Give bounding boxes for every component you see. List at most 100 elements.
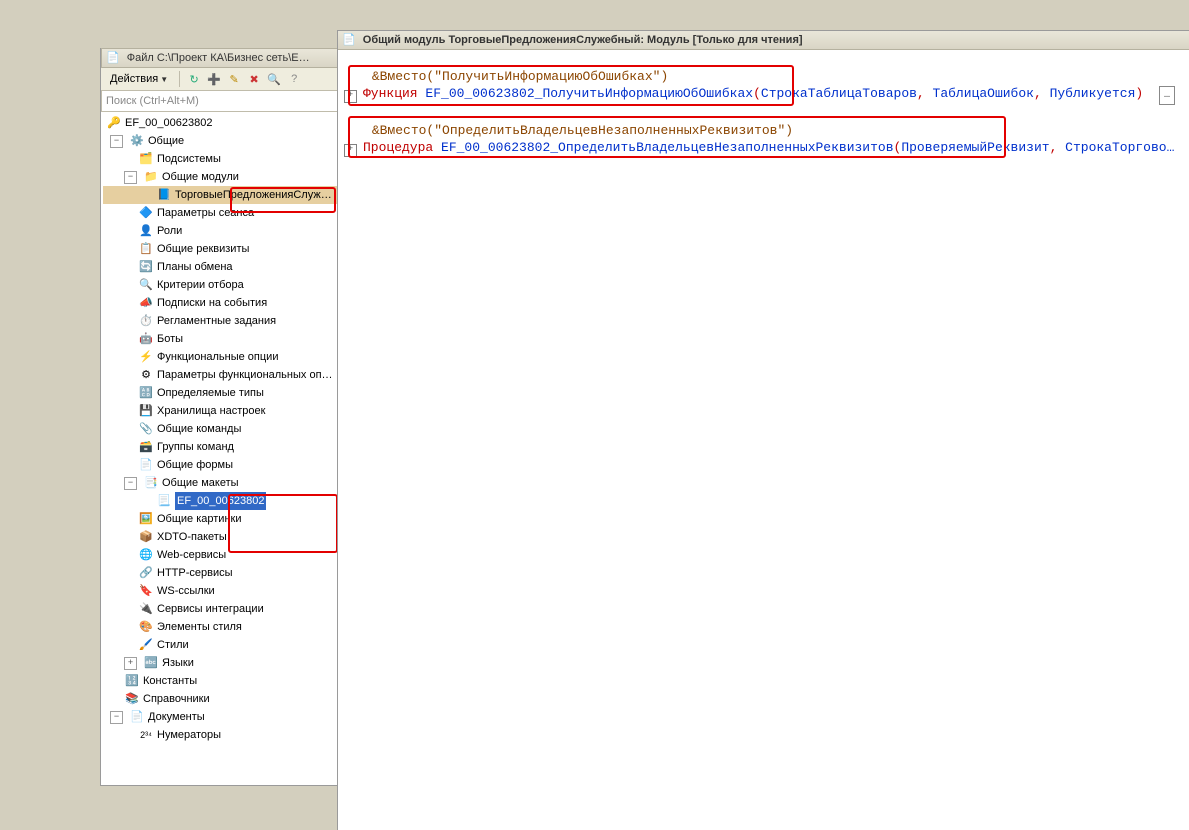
refresh-icon[interactable]: ↻ bbox=[186, 71, 202, 87]
tree-item-command-groups[interactable]: 🗃️ Группы команд bbox=[103, 438, 338, 456]
code-annotation-2: &Вместо("ОпределитьВладельцевНезаполненн… bbox=[344, 122, 1186, 139]
tree-item-catalogs[interactable]: 📚 Справочники bbox=[103, 690, 338, 708]
delete-icon[interactable]: ✖ bbox=[246, 71, 262, 87]
xdto-icon: 📦 bbox=[138, 529, 154, 545]
webservices-icon: 🌐 bbox=[138, 547, 154, 563]
tree-item-style-items[interactable]: 🎨 Элементы стиля bbox=[103, 618, 338, 636]
collapse-icon[interactable]: − bbox=[124, 477, 137, 490]
tree-item-xdto[interactable]: 📦 XDTO-пакеты bbox=[103, 528, 338, 546]
configuration-tree[interactable]: 🔑 EF_00_00623802 − ⚙️ Общие 🗂️ Подсистем… bbox=[101, 112, 338, 785]
tree-item-func-opt-params[interactable]: ⚙ Параметры функциональных оп… bbox=[103, 366, 338, 384]
tree-item-func-opts[interactable]: ⚡ Функциональные опции bbox=[103, 348, 338, 366]
tree-item-documents[interactable]: − 📄 Документы bbox=[103, 708, 338, 726]
styleitems-icon: 🎨 bbox=[138, 619, 154, 635]
tree-item-numerators[interactable]: 2³⁴ Нумераторы bbox=[103, 726, 338, 744]
commoncommands-icon: 📎 bbox=[138, 421, 154, 437]
add-icon[interactable]: ➕ bbox=[206, 71, 222, 87]
tree-item-scheduled-jobs[interactable]: ⏱️ Регламентные задания bbox=[103, 312, 338, 330]
styles-icon: 🖌️ bbox=[138, 637, 154, 653]
code-title: 📄 Общий модуль ТорговыеПредложенияСлужеб… bbox=[338, 31, 1189, 50]
tree-item-template-ef[interactable]: 📃 EF_00_00623802 bbox=[103, 492, 338, 510]
chevron-down-icon: ▼ bbox=[160, 75, 168, 84]
code-func-1: +Функция EF_00_00623802_ПолучитьИнформац… bbox=[344, 85, 1186, 105]
code-editor-panel: 📄 Общий модуль ТорговыеПредложенияСлужеб… bbox=[337, 30, 1189, 830]
tree-item-styles[interactable]: 🖌️ Стили bbox=[103, 636, 338, 654]
exchange-icon: 🔄 bbox=[138, 259, 154, 275]
tree-item-constants[interactable]: 🔢 Константы bbox=[103, 672, 338, 690]
folder-icon: 📁 bbox=[143, 169, 159, 185]
numerators-icon: 2³⁴ bbox=[138, 727, 154, 743]
tree-item-common-forms[interactable]: 📄 Общие формы bbox=[103, 456, 338, 474]
collapse-icon[interactable]: − bbox=[124, 171, 137, 184]
funcoptparam-icon: ⚙ bbox=[138, 367, 154, 383]
param-icon: 🔷 bbox=[138, 205, 154, 221]
find-icon[interactable]: 🔍 bbox=[266, 71, 282, 87]
cmdgroups-icon: 🗃️ bbox=[138, 439, 154, 455]
bots-icon: 🤖 bbox=[138, 331, 154, 347]
fold-icon[interactable]: + bbox=[344, 90, 357, 103]
gears-icon: ⚙️ bbox=[129, 133, 145, 149]
templates-icon: 📑 bbox=[143, 475, 159, 491]
file-icon: 📄 bbox=[106, 52, 120, 64]
criteria-icon: 🔍 bbox=[138, 277, 154, 293]
code-annotation-1: &Вместо("ПолучитьИнформациюОбОшибках") bbox=[344, 68, 1186, 85]
tree-item-common-attrs[interactable]: 📋 Общие реквизиты bbox=[103, 240, 338, 258]
collapse-icon[interactable]: − bbox=[110, 711, 123, 724]
fold-icon[interactable]: + bbox=[344, 144, 357, 157]
search-input[interactable]: Поиск (Ctrl+Alt+M) bbox=[101, 91, 338, 112]
left-toolbar: Действия ▼ ↻ ➕ ✎ ✖ 🔍 ? bbox=[101, 68, 338, 91]
tree-common[interactable]: − ⚙️ Общие bbox=[103, 132, 338, 150]
collapse-icon[interactable]: − bbox=[110, 135, 123, 148]
left-panel-title: 📄 Файл C:\Проект КА\Бизнес сеть\Е… bbox=[101, 48, 338, 68]
tree-item-languages[interactable]: + 🔤 Языки bbox=[103, 654, 338, 672]
edit-icon[interactable]: ✎ bbox=[226, 71, 242, 87]
tree-item-common-templates[interactable]: − 📑 Общие макеты bbox=[103, 474, 338, 492]
left-title-text: Файл C:\Проект КА\Бизнес сеть\Е… bbox=[127, 52, 310, 64]
integration-icon: 🔌 bbox=[138, 601, 154, 617]
subsystems-icon: 🗂️ bbox=[138, 151, 154, 167]
code-body[interactable]: &Вместо("ПолучитьИнформациюОбОшибках") +… bbox=[338, 50, 1189, 830]
tree-item-common-modules[interactable]: − 📁 Общие модули bbox=[103, 168, 338, 186]
constants-icon: 🔢 bbox=[124, 673, 140, 689]
tree-item-subsystems[interactable]: 🗂️ Подсистемы bbox=[103, 150, 338, 168]
tree-item-event-subs[interactable]: 📣 Подписки на события bbox=[103, 294, 338, 312]
tree-root[interactable]: 🔑 EF_00_00623802 bbox=[103, 114, 338, 132]
config-icon: 🔑 bbox=[106, 115, 122, 131]
tree-item-ws-refs[interactable]: 🔖 WS-ссылки bbox=[103, 582, 338, 600]
help-icon[interactable]: ? bbox=[286, 71, 302, 87]
subscribe-icon: 📣 bbox=[138, 295, 154, 311]
configurator-tree-panel: 📄 Файл C:\Проект КА\Бизнес сеть\Е… Дейст… bbox=[100, 48, 339, 786]
languages-icon: 🔤 bbox=[143, 655, 159, 671]
wsref-icon: 🔖 bbox=[138, 583, 154, 599]
tree-item-defined-types[interactable]: 🔠 Определяемые типы bbox=[103, 384, 338, 402]
tree-item-roles[interactable]: 👤 Роли bbox=[103, 222, 338, 240]
tree-item-filter-criteria[interactable]: 🔍 Критерии отбора bbox=[103, 276, 338, 294]
settingsstorage-icon: 💾 bbox=[138, 403, 154, 419]
expand-icon[interactable]: + bbox=[124, 657, 137, 670]
module-icon: 📘 bbox=[156, 187, 172, 203]
commonforms-icon: 📄 bbox=[138, 457, 154, 473]
roles-icon: 👤 bbox=[138, 223, 154, 239]
documents-icon: 📄 bbox=[129, 709, 145, 725]
tree-item-session-params[interactable]: 🔷 Параметры сеанса bbox=[103, 204, 338, 222]
template-icon: 📃 bbox=[156, 493, 172, 509]
tree-item-web-services[interactable]: 🌐 Web-сервисы bbox=[103, 546, 338, 564]
tree-item-settings-storage[interactable]: 💾 Хранилища настроек bbox=[103, 402, 338, 420]
scheduled-icon: ⏱️ bbox=[138, 313, 154, 329]
httpservices-icon: 🔗 bbox=[138, 565, 154, 581]
funcopt-icon: ⚡ bbox=[138, 349, 154, 365]
tree-item-common-commands[interactable]: 📎 Общие команды bbox=[103, 420, 338, 438]
actions-dropdown[interactable]: Действия ▼ bbox=[105, 69, 173, 89]
fold-ellipsis[interactable]: … bbox=[1159, 86, 1175, 105]
tree-item-integration-services[interactable]: 🔌 Сервисы интеграции bbox=[103, 600, 338, 618]
tree-item-http-services[interactable]: 🔗 HTTP-сервисы bbox=[103, 564, 338, 582]
commonreq-icon: 📋 bbox=[138, 241, 154, 257]
tree-item-common-pictures[interactable]: 🖼️ Общие картинки bbox=[103, 510, 338, 528]
code-func-2: +Процедура EF_00_00623802_ОпределитьВлад… bbox=[344, 139, 1186, 157]
module-icon: 📄 bbox=[342, 34, 356, 46]
pictures-icon: 🖼️ bbox=[138, 511, 154, 527]
catalogs-icon: 📚 bbox=[124, 691, 140, 707]
tree-item-bots[interactable]: 🤖 Боты bbox=[103, 330, 338, 348]
tree-item-exchange-plans[interactable]: 🔄 Планы обмена bbox=[103, 258, 338, 276]
tree-item-trade-offers-module[interactable]: 📘 ТорговыеПредложенияСлуж… bbox=[103, 186, 338, 204]
